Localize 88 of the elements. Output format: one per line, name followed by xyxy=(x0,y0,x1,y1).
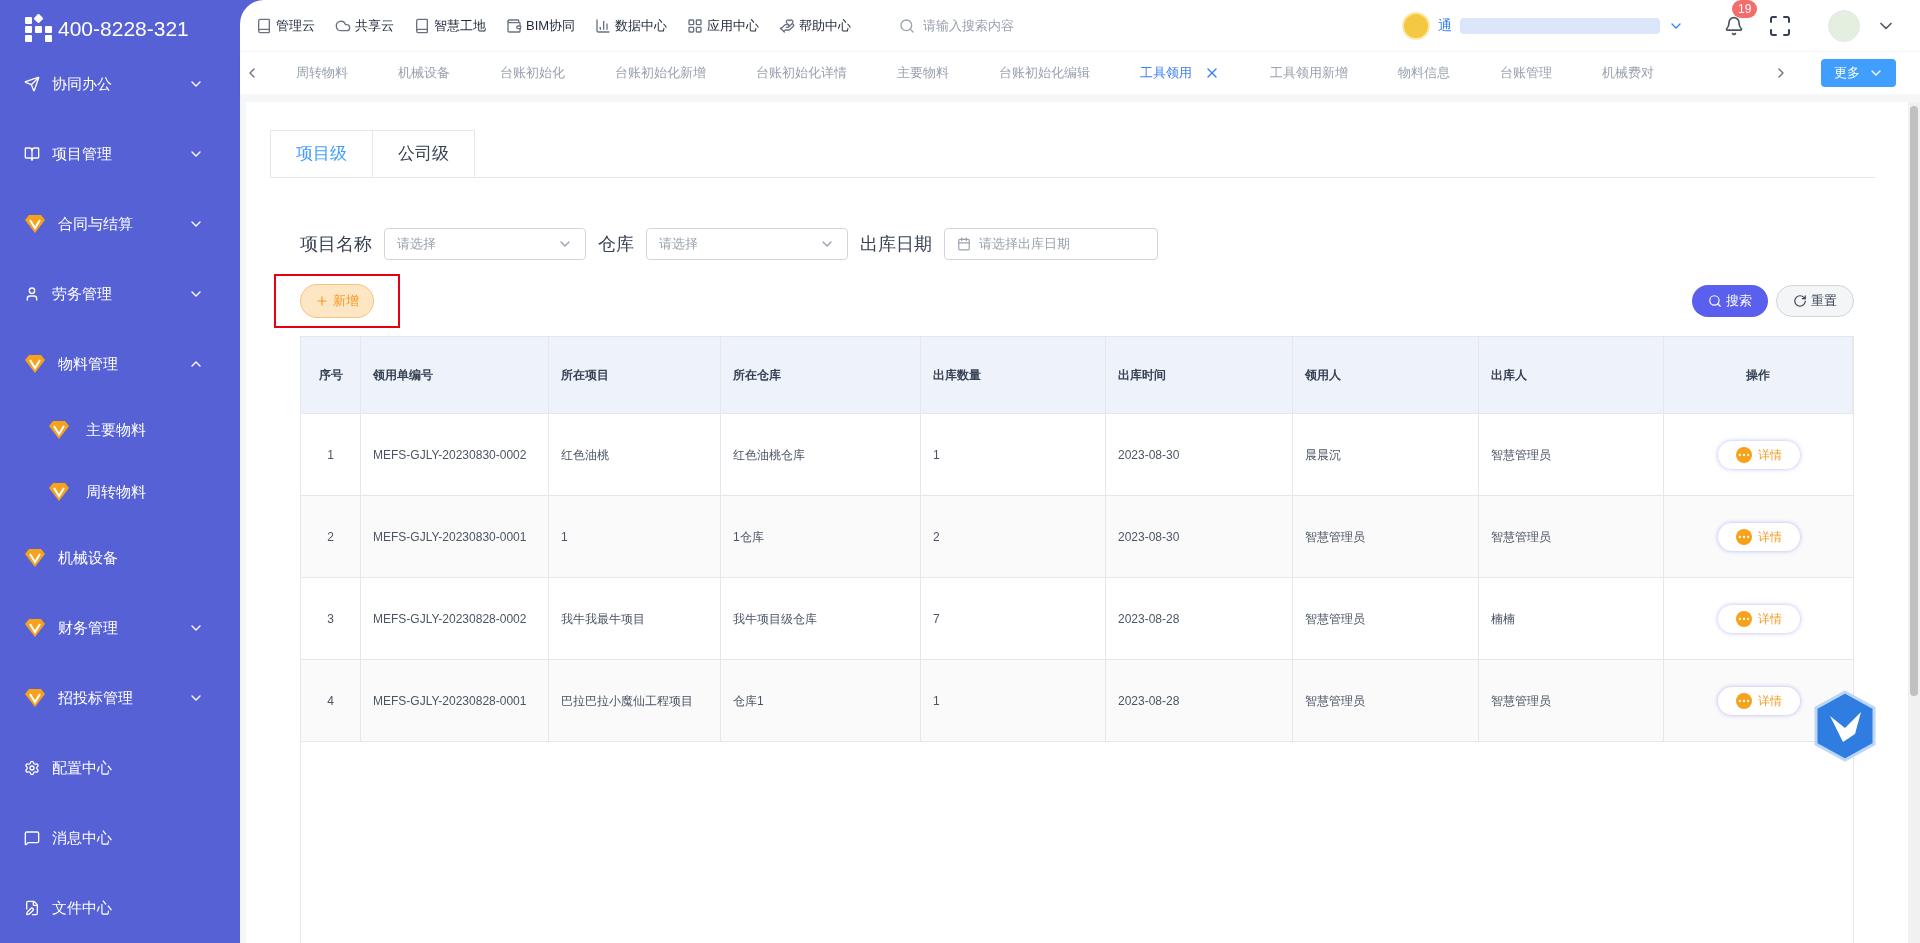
gem-icon xyxy=(24,618,46,638)
calendar-icon xyxy=(957,237,971,251)
gem-icon xyxy=(24,548,46,568)
search-field[interactable]: 请输入搜索内容 xyxy=(923,15,1174,36)
user-name[interactable]: 通 xyxy=(1438,15,1452,36)
top-nav-link[interactable]: BIM协同 xyxy=(506,15,576,36)
table-cell: 2023-08-28 xyxy=(1106,660,1293,741)
select-field[interactable]: 请选择 xyxy=(384,228,586,260)
page-tab[interactable]: 台账管理 xyxy=(1500,63,1552,83)
brand-phone: 400-8228-321 xyxy=(58,15,189,42)
more-icon xyxy=(1735,528,1752,545)
table-cell: 1 xyxy=(921,660,1106,741)
filter-label: 出库日期 xyxy=(860,232,932,256)
logo-icon xyxy=(24,13,54,44)
gem-icon xyxy=(48,420,70,440)
sidebar-item[interactable]: 物料管理 xyxy=(0,329,240,399)
book-icon xyxy=(414,17,430,34)
user-avatar xyxy=(1402,11,1430,40)
table-cell: 智慧管理员 xyxy=(1293,660,1479,741)
page-tab[interactable]: 台账初始化详情 xyxy=(756,63,847,83)
table-cell: MEFS-GJLY-20230828-0001 xyxy=(361,660,549,741)
more-button[interactable]: 更多 xyxy=(1821,59,1896,87)
date-field[interactable]: 请选择出库日期 xyxy=(944,228,1158,260)
sidebar-item[interactable]: 配置中心 xyxy=(0,733,240,803)
table-cell: 4 xyxy=(301,660,361,741)
scrollbar[interactable] xyxy=(1908,102,1920,943)
plus-icon xyxy=(315,294,329,308)
refresh-icon xyxy=(1793,294,1807,308)
top-nav-link[interactable]: 管理云 xyxy=(256,15,315,36)
notification-icon[interactable] xyxy=(1724,15,1744,36)
sidebar-item[interactable]: 消息中心 xyxy=(0,803,240,873)
table-cell: 巴拉巴拉小魔仙工程项目 xyxy=(549,660,721,741)
user-icon xyxy=(24,286,40,302)
top-nav-link[interactable]: 应用中心 xyxy=(687,15,760,36)
settings-icon xyxy=(24,760,40,776)
level-tab[interactable]: 项目级 xyxy=(270,130,373,178)
sidebar-subitem[interactable]: 周转物料 xyxy=(0,461,240,523)
table-cell: 仓库1 xyxy=(721,660,921,741)
grid-icon xyxy=(687,17,704,34)
search-button[interactable]: 搜索 xyxy=(1692,285,1768,317)
sidebar-subitem[interactable]: 主要物料 xyxy=(0,399,240,461)
sidebar-item[interactable]: 协同办公 xyxy=(0,49,240,119)
sidebar-item[interactable]: 劳务管理 xyxy=(0,259,240,329)
gem-icon xyxy=(24,214,46,234)
top-nav-link[interactable]: 智慧工地 xyxy=(414,15,486,36)
page-tab[interactable]: 周转物料 xyxy=(296,63,348,83)
file-edit-icon xyxy=(24,900,40,916)
sidebar-item[interactable]: 项目管理 xyxy=(0,119,240,189)
table-cell: 智慧管理员 xyxy=(1479,660,1664,741)
top-nav-link[interactable]: 共享云 xyxy=(335,15,394,36)
level-tab[interactable]: 公司级 xyxy=(372,130,475,178)
filter-label: 仓库 xyxy=(598,232,634,256)
top-nav-link[interactable]: 数据中心 xyxy=(595,15,668,36)
more-icon xyxy=(1735,446,1752,463)
book-icon xyxy=(24,146,40,162)
gem-icon xyxy=(48,482,70,502)
gem-icon xyxy=(24,354,46,374)
bar-chart-icon xyxy=(595,17,612,34)
sidebar-item[interactable]: 合同与结算 xyxy=(0,189,240,259)
page-tab[interactable]: 主要物料 xyxy=(897,63,949,83)
fullscreen-icon[interactable] xyxy=(1768,13,1792,38)
wallet-icon xyxy=(506,17,522,34)
sidebar-item[interactable]: 文件中心 xyxy=(0,873,240,943)
search-icon xyxy=(899,17,916,34)
page-tab[interactable]: 机械费对 xyxy=(1602,63,1654,83)
top-nav-link[interactable]: 帮助中心 xyxy=(779,15,852,36)
search-icon xyxy=(1708,294,1722,308)
sidebar-item[interactable]: 机械设备 xyxy=(0,523,240,593)
page-tab[interactable]: 台账初始化 xyxy=(500,63,565,83)
book-icon xyxy=(256,17,272,34)
reset-button[interactable]: 重置 xyxy=(1776,285,1854,317)
filter-label: 项目名称 xyxy=(300,232,372,256)
more-icon xyxy=(1735,692,1752,709)
page-tab[interactable]: 物料信息 xyxy=(1398,63,1450,83)
page-tab[interactable]: 机械设备 xyxy=(398,63,450,83)
gem-icon xyxy=(24,688,46,708)
notification-badge: 19 xyxy=(1732,0,1758,18)
sidebar-item[interactable]: 财务管理 xyxy=(0,593,240,663)
sidebar-item[interactable]: 招投标管理 xyxy=(0,663,240,733)
page-tab[interactable]: 台账初始化编辑 xyxy=(999,63,1090,83)
send-icon xyxy=(24,76,40,92)
message-icon xyxy=(24,830,40,846)
page-tab[interactable]: 工具领用 xyxy=(1140,63,1220,83)
hand-icon xyxy=(779,17,796,34)
page-tab[interactable]: 工具领用新增 xyxy=(1270,63,1348,83)
select-field[interactable]: 请选择 xyxy=(646,228,848,260)
more-icon xyxy=(1735,610,1752,627)
page-tab[interactable]: 台账初始化新增 xyxy=(615,63,706,83)
